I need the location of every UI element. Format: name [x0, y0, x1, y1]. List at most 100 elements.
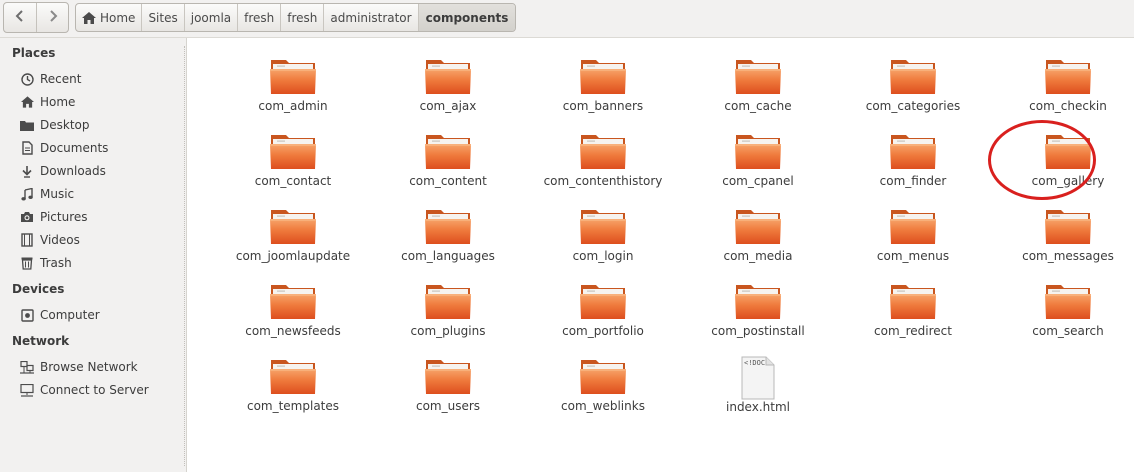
file-name: com_categories [865, 99, 961, 113]
file-name: com_finder [879, 174, 947, 188]
sidebar-item-browse-network[interactable]: Browse Network [20, 357, 138, 377]
file-name: index.html [726, 400, 790, 414]
file-item[interactable]: <!DOC index.html [683, 356, 833, 414]
file-name: com_ajax [419, 99, 477, 113]
folder-item[interactable]: com_messages [993, 206, 1134, 263]
folder-icon [579, 56, 627, 96]
file-name: com_media [723, 249, 793, 263]
sidebar-item-computer[interactable]: Computer [20, 305, 100, 325]
breadcrumb-fresh-2[interactable]: fresh [281, 4, 325, 31]
sidebar-item-connect-to-server[interactable]: Connect to Server [20, 380, 149, 400]
folder-icon [579, 131, 627, 171]
folder-item[interactable]: com_plugins [373, 281, 523, 338]
file-preview-text: <!DOC [744, 359, 765, 367]
sidebar-item-label: Documents [40, 141, 109, 155]
chevron-right-icon [48, 9, 58, 27]
clock-icon [20, 72, 34, 86]
home-icon [20, 95, 34, 109]
file-name: com_users [415, 399, 481, 413]
sidebar-item-label: Downloads [40, 164, 106, 178]
html-file-icon: <!DOC [740, 356, 776, 400]
sidebar-item-home[interactable]: Home [20, 92, 75, 112]
folder-icon [269, 356, 317, 396]
sidebar-item-pictures[interactable]: Pictures [20, 207, 88, 227]
sidebar-resize-handle[interactable] [184, 46, 186, 466]
breadcrumb-fresh[interactable]: fresh [238, 4, 282, 31]
folder-item[interactable]: com_users [373, 356, 523, 413]
sidebar-item-label: Desktop [40, 118, 90, 132]
folder-icon [424, 206, 472, 246]
file-name: com_login [572, 249, 634, 263]
breadcrumb-label: fresh [287, 10, 318, 25]
breadcrumb-home[interactable]: Home [76, 4, 143, 31]
sidebar-item-desktop[interactable]: Desktop [20, 115, 90, 135]
file-grid: com_admin com_ajax com_banners com_cache com… [188, 38, 1134, 472]
folder-item[interactable]: com_redirect [838, 281, 988, 338]
file-name: com_weblinks [561, 399, 645, 413]
breadcrumb-joomla[interactable]: joomla [185, 4, 239, 31]
sidebar-item-music[interactable]: Music [20, 184, 74, 204]
folder-icon [1044, 56, 1092, 96]
folder-item[interactable]: com_contenthistory [528, 131, 678, 188]
sidebar-item-trash[interactable]: Trash [20, 253, 72, 273]
folder-item[interactable]: com_menus [838, 206, 988, 263]
folder-icon [269, 281, 317, 321]
sidebar-item-videos[interactable]: Videos [20, 230, 80, 250]
folder-item[interactable]: com_cpanel [683, 131, 833, 188]
sidebar-item-label: Home [40, 95, 76, 109]
folder-icon [269, 56, 317, 96]
toolbar: Home Sites joomla fresh fresh administra… [0, 0, 1134, 38]
breadcrumb-administrator[interactable]: administrator [324, 4, 419, 31]
file-name: com_languages [401, 249, 495, 263]
folder-item[interactable]: com_ajax [373, 56, 523, 113]
breadcrumb-components[interactable]: components [418, 4, 516, 31]
folder-item[interactable]: com_contact [218, 131, 368, 188]
home-icon [82, 11, 96, 24]
folder-item[interactable]: com_joomlaupdate [218, 206, 368, 263]
folder-item[interactable]: com_cache [683, 56, 833, 113]
breadcrumb-label: Home [100, 10, 136, 25]
download-icon [20, 164, 34, 178]
film-icon [20, 233, 34, 247]
file-name: com_newsfeeds [245, 324, 341, 338]
folder-icon [1044, 281, 1092, 321]
file-name: com_content [409, 174, 487, 188]
back-button[interactable] [4, 3, 36, 32]
folder-icon [734, 56, 782, 96]
folder-item[interactable]: com_postinstall [683, 281, 833, 338]
folder-item[interactable]: com_media [683, 206, 833, 263]
folder-item[interactable]: com_login [528, 206, 678, 263]
file-name: com_search [1032, 324, 1104, 338]
folder-item[interactable]: com_templates [218, 356, 368, 413]
file-name: com_contact [254, 174, 332, 188]
folder-item[interactable]: com_search [993, 281, 1134, 338]
file-name: com_checkin [1029, 99, 1107, 113]
trash-icon [20, 256, 34, 270]
folder-item[interactable]: com_admin [218, 56, 368, 113]
file-name: com_banners [562, 99, 644, 113]
file-name: com_cpanel [722, 174, 794, 188]
folder-item[interactable]: com_categories [838, 56, 988, 113]
folder-item[interactable]: com_finder [838, 131, 988, 188]
folder-item[interactable]: com_content [373, 131, 523, 188]
folder-icon [734, 281, 782, 321]
sidebar-item-downloads[interactable]: Downloads [20, 161, 106, 181]
sidebar: Places Recent Home Desktop Documents Dow… [0, 38, 187, 472]
breadcrumb-sites[interactable]: Sites [142, 4, 185, 31]
folder-item[interactable]: com_banners [528, 56, 678, 113]
file-name: com_portfolio [562, 324, 644, 338]
drive-icon [20, 308, 34, 322]
camera-icon [20, 210, 34, 224]
forward-button[interactable] [36, 3, 68, 32]
folder-icon [424, 356, 472, 396]
folder-item[interactable]: com_weblinks [528, 356, 678, 413]
file-name: com_messages [1022, 249, 1114, 263]
sidebar-item-recent[interactable]: Recent [20, 69, 81, 89]
folder-item[interactable]: com_languages [373, 206, 523, 263]
highlight-ring [988, 120, 1096, 200]
sidebar-item-documents[interactable]: Documents [20, 138, 108, 158]
folder-item[interactable]: com_newsfeeds [218, 281, 368, 338]
folder-item[interactable]: com_checkin [993, 56, 1134, 113]
sidebar-item-label: Pictures [40, 210, 88, 224]
folder-item[interactable]: com_portfolio [528, 281, 678, 338]
